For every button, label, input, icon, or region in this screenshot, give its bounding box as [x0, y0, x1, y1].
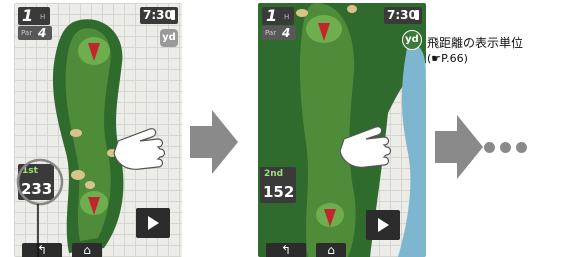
home-button[interactable]: ⌂: [316, 243, 346, 257]
callout-reference: (☛P.66): [427, 52, 468, 65]
right-arrow-icon: [190, 110, 238, 174]
hole-number-badge: 1 H: [262, 6, 294, 25]
distance-badge: 2nd 152: [260, 167, 296, 203]
ellipsis-dots-icon: [484, 138, 554, 158]
clock-time: 7:30: [387, 8, 417, 22]
shot-number: 2nd: [264, 169, 284, 179]
distance-unit-button[interactable]: yd: [402, 30, 422, 50]
distance-unit-callout: 飛距離の表示単位 (☛P.66): [427, 35, 523, 67]
course-map-2: [258, 3, 426, 257]
clock-badge: 7:30: [384, 7, 422, 24]
home-icon: ⌂: [327, 243, 335, 257]
distance-value: 152: [263, 183, 295, 201]
hole-suffix: H: [284, 13, 290, 21]
par-badge: Par 4: [262, 26, 296, 40]
hole-number: 1: [266, 6, 278, 25]
play-triangle-icon: [378, 218, 389, 232]
par-label: Par: [265, 29, 277, 37]
callout-title: 飛距離の表示単位: [427, 36, 524, 50]
course-screen-2[interactable]: 1 H Par 4 7:30 yd 2nd 152 ↰ ⌂: [258, 3, 426, 257]
right-arrow-icon: [435, 115, 483, 179]
back-arrow-icon: ↰: [280, 243, 292, 257]
callout-circle-distance: [16, 158, 64, 206]
play-button[interactable]: [366, 210, 400, 240]
par-value: 4: [282, 26, 291, 40]
back-button[interactable]: ↰: [266, 243, 306, 257]
battery-icon: [415, 10, 419, 20]
